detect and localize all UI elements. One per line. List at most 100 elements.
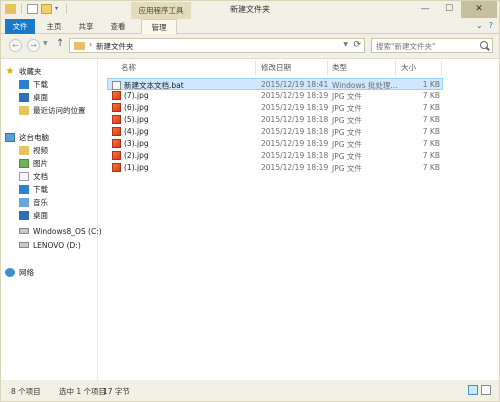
title-bar: ▾ 应用程序工具 新建文件夹 — ☐ ✕ <box>1 1 499 19</box>
sidebar-item-label: 收藏夹 <box>19 66 42 76</box>
breadcrumb-path[interactable]: 新建文件夹 <box>96 41 134 52</box>
file-row[interactable]: (6).jpg 2015/12/19 18:19 JPG 文件 7 KB <box>107 102 443 114</box>
main-area: ★ 收藏夹 下载 桌面 最近访问的位置 这台电脑 视频 图片 文档 下载 音乐 … <box>1 58 499 381</box>
search-input[interactable]: 搜索"新建文件夹" <box>371 38 493 53</box>
file-type: JPG 文件 <box>332 104 362 113</box>
forward-button[interactable]: → <box>27 39 40 52</box>
file-size: 7 KB <box>422 91 440 100</box>
sidebar-item-label: 下载 <box>33 184 48 194</box>
file-row[interactable]: (7).jpg 2015/12/19 18:19 JPG 文件 7 KB <box>107 90 443 102</box>
column-divider[interactable] <box>395 61 396 75</box>
file-size: 7 KB <box>422 103 440 112</box>
search-placeholder: 搜索"新建文件夹" <box>376 42 436 51</box>
file-name: (2).jpg <box>124 151 149 160</box>
sidebar-item-favorites[interactable]: ★ 收藏夹 <box>5 65 42 77</box>
desktop-icon <box>19 92 29 102</box>
bat-file-icon <box>112 81 121 90</box>
address-row: ← → ▼ ↑ › 新建文件夹 ▼ ⟳ 搜索"新建文件夹" <box>1 34 499 58</box>
refresh-icon[interactable]: ⟳ <box>353 40 361 50</box>
customize-toolbar-icon[interactable]: ▾ <box>55 6 61 12</box>
music-folder-icon <box>19 197 29 207</box>
sidebar-item-drive-c[interactable]: Windows8_OS (C:) <box>19 225 102 237</box>
jpg-file-icon <box>112 115 121 124</box>
window-title: 新建文件夹 <box>230 5 270 14</box>
column-header-size[interactable]: 大小 <box>401 62 416 74</box>
sidebar-item-music[interactable]: 音乐 <box>19 196 48 208</box>
sidebar-item-desktop[interactable]: 桌面 <box>19 91 48 103</box>
file-row[interactable]: (5).jpg 2015/12/19 18:18 JPG 文件 7 KB <box>107 114 443 126</box>
file-name: (7).jpg <box>124 91 149 100</box>
properties-icon[interactable] <box>27 4 38 14</box>
address-dropdown-icon[interactable]: ▼ <box>343 41 348 48</box>
file-name: (1).jpg <box>124 163 149 172</box>
up-button[interactable]: ↑ <box>56 38 64 49</box>
sidebar-item-label: 音乐 <box>33 197 48 207</box>
jpg-file-icon <box>112 103 121 112</box>
help-icon[interactable]: ? <box>489 21 493 30</box>
file-row[interactable]: (3).jpg 2015/12/19 18:19 JPG 文件 7 KB <box>107 138 443 150</box>
details-view-button[interactable] <box>468 385 478 395</box>
column-header-name[interactable]: 名称 <box>121 62 136 74</box>
large-icons-view-button[interactable] <box>481 385 491 395</box>
file-type: JPG 文件 <box>332 152 362 161</box>
breadcrumb-separator[interactable]: › <box>89 40 92 49</box>
toolbar-divider <box>66 4 67 14</box>
address-bar[interactable]: › 新建文件夹 ▼ ⟳ <box>69 38 365 53</box>
file-row[interactable]: 新建文本文档.bat 2015/12/19 18:41 Windows 批处理.… <box>107 78 443 90</box>
sidebar-item-pc-desktop[interactable]: 桌面 <box>19 209 48 221</box>
minimize-button[interactable]: — <box>413 1 437 18</box>
column-divider[interactable] <box>255 61 256 75</box>
column-divider[interactable] <box>441 61 442 75</box>
file-size: 1 KB <box>422 80 440 89</box>
quick-access-toolbar: ▾ <box>5 4 69 14</box>
selection-size: 17 字节 <box>103 387 130 396</box>
sidebar-item-recent-places[interactable]: 最近访问的位置 <box>19 104 86 116</box>
sidebar-item-videos[interactable]: 视频 <box>19 144 48 156</box>
ribbon-tabs: 文件 主页 共享 查看 管理 ⌄ ? <box>1 19 499 34</box>
sidebar-item-drive-d[interactable]: LENOVO (D:) <box>19 239 81 251</box>
file-row[interactable]: (1).jpg 2015/12/19 18:19 JPG 文件 7 KB <box>107 162 443 174</box>
new-folder-icon[interactable] <box>41 4 52 14</box>
tab-home[interactable]: 主页 <box>41 19 67 34</box>
file-list: 名称 修改日期 类型 大小 新建文本文档.bat 2015/12/19 18:4… <box>101 59 499 381</box>
chevron-down-icon[interactable]: ⌄ <box>476 21 483 30</box>
tab-share[interactable]: 共享 <box>73 19 99 34</box>
maximize-button[interactable]: ☐ <box>437 1 461 18</box>
toolbar-divider <box>21 4 22 14</box>
file-name: (6).jpg <box>124 103 149 112</box>
sidebar-item-this-pc[interactable]: 这台电脑 <box>5 131 49 143</box>
sidebar-item-pictures[interactable]: 图片 <box>19 157 48 169</box>
file-type: JPG 文件 <box>332 164 362 173</box>
back-button[interactable]: ← <box>9 39 22 52</box>
close-button[interactable]: ✕ <box>461 1 497 18</box>
column-divider[interactable] <box>327 61 328 75</box>
file-date: 2015/12/19 18:18 <box>261 115 329 124</box>
documents-folder-icon <box>19 171 29 181</box>
search-icon[interactable] <box>480 41 488 49</box>
file-date: 2015/12/19 18:19 <box>261 139 329 148</box>
tab-view[interactable]: 查看 <box>105 19 131 34</box>
file-row[interactable]: (4).jpg 2015/12/19 18:18 JPG 文件 7 KB <box>107 126 443 138</box>
download-icon <box>19 79 29 89</box>
status-bar: 8 个项目 选中 1 个项目 17 字节 <box>1 380 499 401</box>
sidebar-item-label: 网络 <box>19 267 34 277</box>
sidebar-item-label: 桌面 <box>33 92 48 102</box>
recent-places-icon <box>19 105 29 115</box>
sidebar-item-pc-downloads[interactable]: 下载 <box>19 183 48 195</box>
tab-manage[interactable]: 管理 <box>141 19 177 34</box>
sidebar-item-label: 最近访问的位置 <box>33 105 86 115</box>
tab-file[interactable]: 文件 <box>5 19 35 34</box>
sidebar-item-network[interactable]: 网络 <box>5 266 34 278</box>
sidebar-item-downloads[interactable]: 下载 <box>19 78 48 90</box>
column-header-date[interactable]: 修改日期 <box>261 62 291 74</box>
file-type: JPG 文件 <box>332 116 362 125</box>
file-date: 2015/12/19 18:19 <box>261 163 329 172</box>
recent-locations-dropdown[interactable]: ▼ <box>43 40 48 47</box>
column-header-type[interactable]: 类型 <box>332 62 347 74</box>
file-size: 7 KB <box>422 127 440 136</box>
sidebar-item-documents[interactable]: 文档 <box>19 170 48 182</box>
file-row[interactable]: (2).jpg 2015/12/19 18:18 JPG 文件 7 KB <box>107 150 443 162</box>
file-name: (5).jpg <box>124 115 149 124</box>
sidebar-item-label: 图片 <box>33 158 48 168</box>
file-size: 7 KB <box>422 151 440 160</box>
